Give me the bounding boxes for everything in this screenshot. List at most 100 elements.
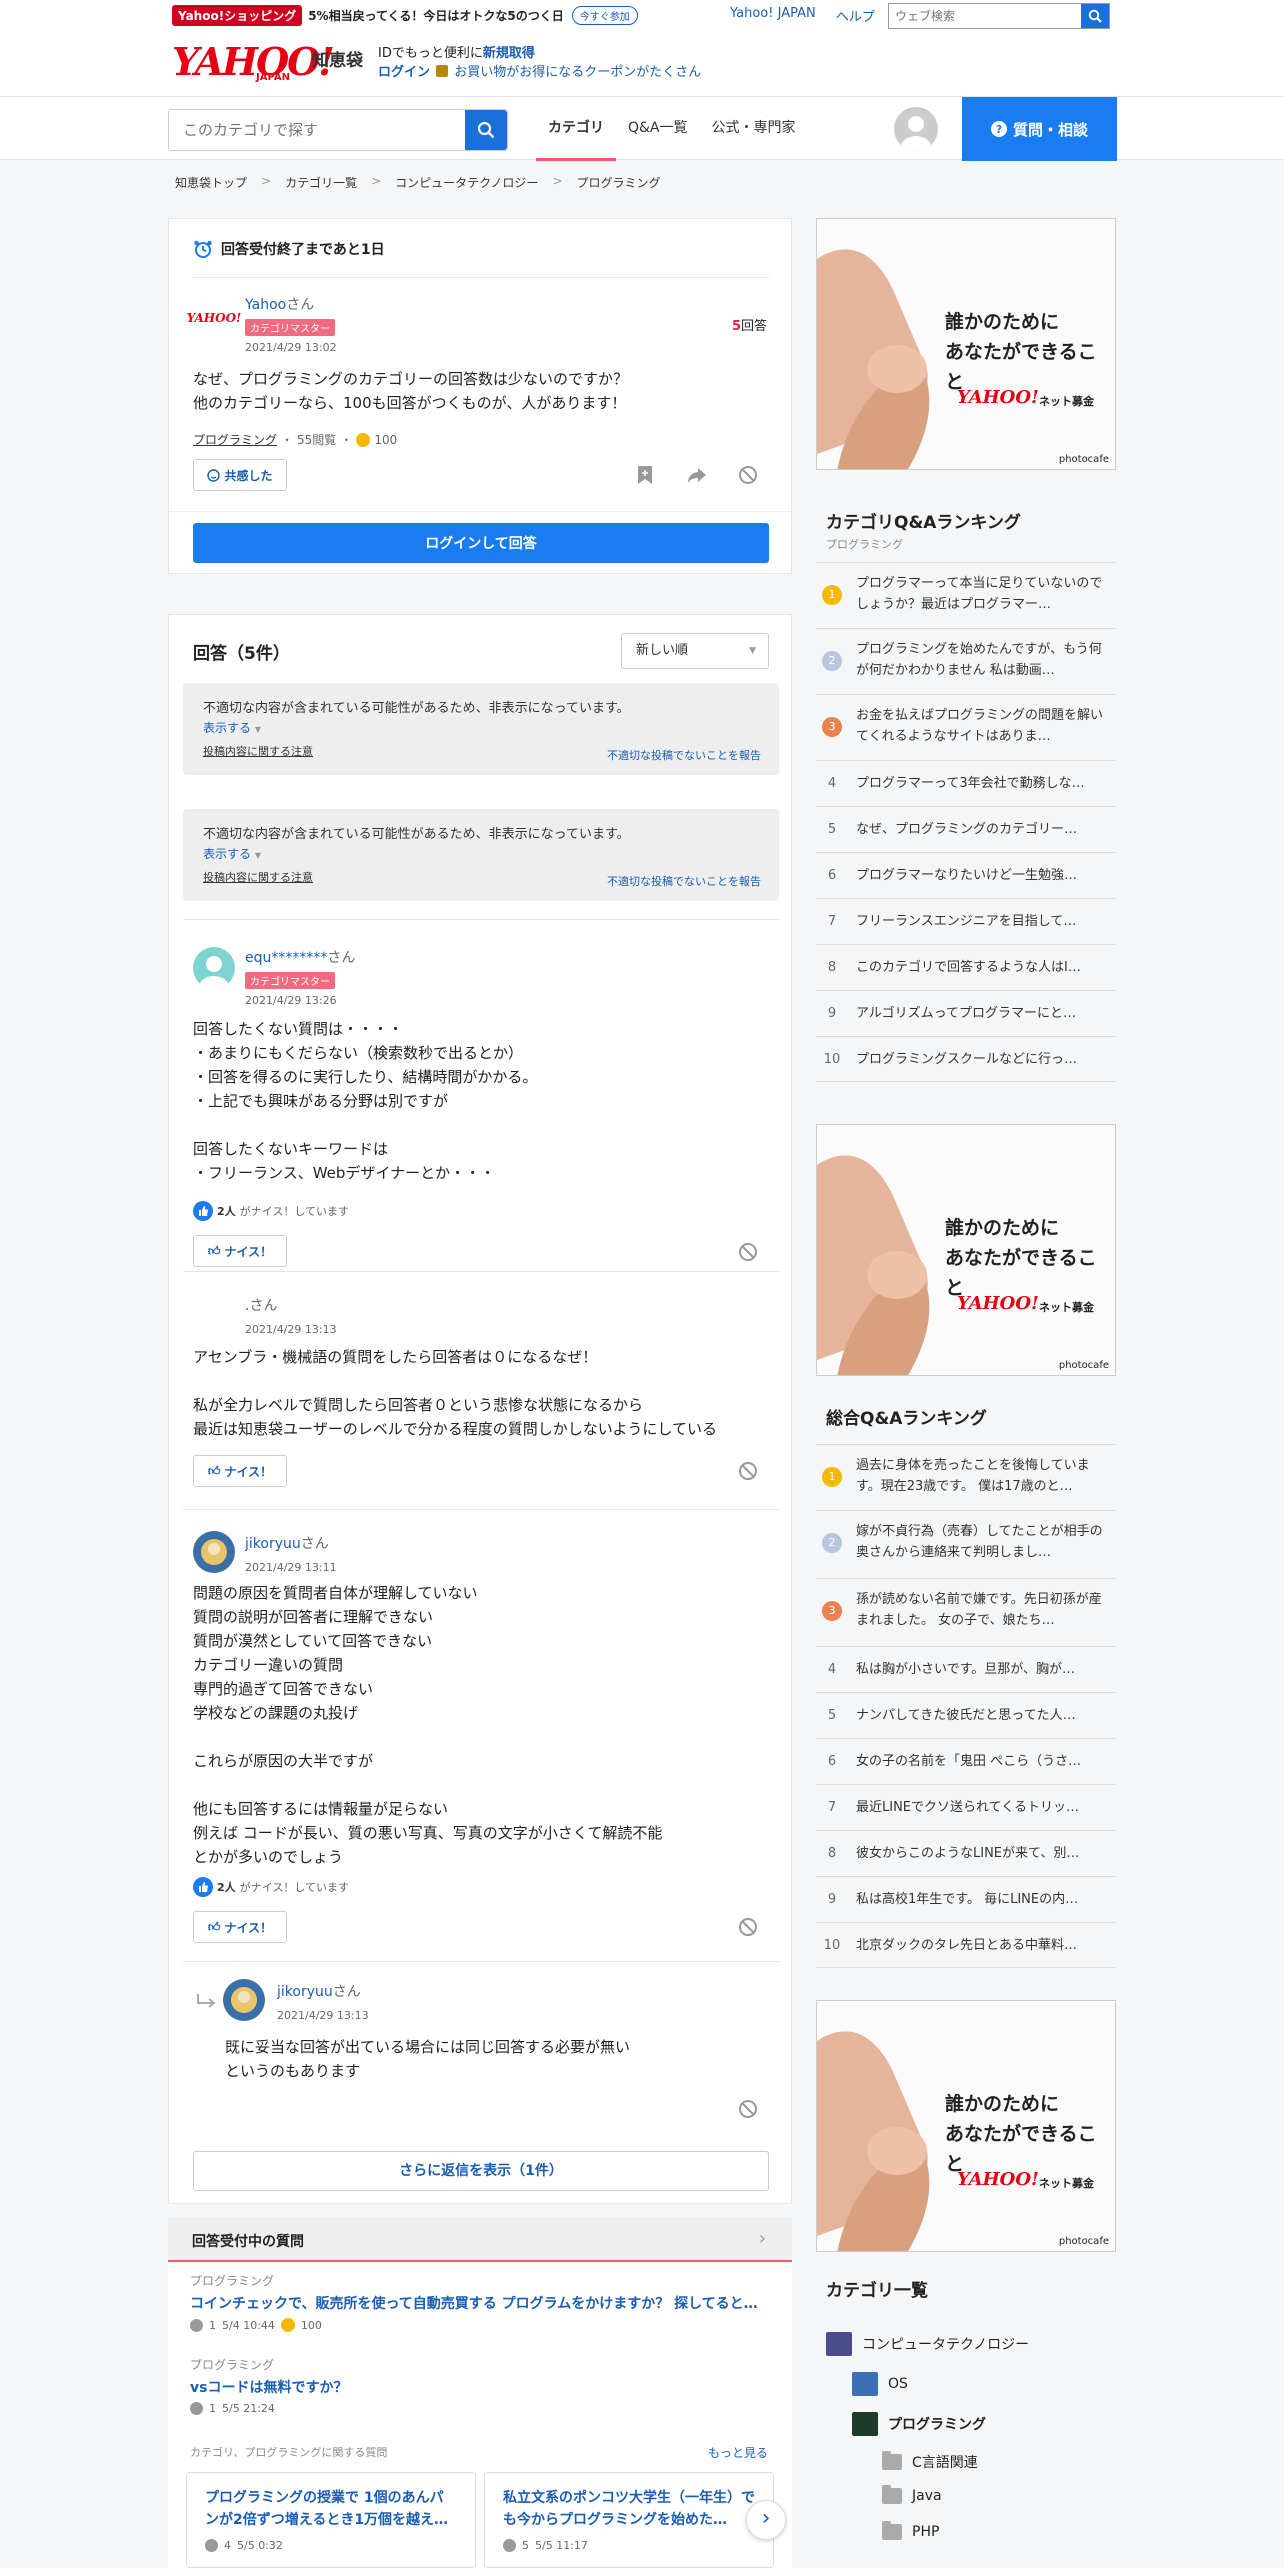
ranking-item[interactable]: 6 女の子の名前を「鬼田 ぺこら（うさ… bbox=[816, 1738, 1116, 1784]
question-body: なぜ、プログラミングのカテゴリーの回答数は少ないのですか？ 他のカテゴリーなら、… bbox=[193, 370, 629, 412]
ranking-item[interactable]: 8 このカテゴリで回答するような人はI… bbox=[816, 944, 1116, 990]
ask-question-button[interactable]: ? 質問・相談 bbox=[962, 97, 1117, 161]
category-item[interactable]: Java bbox=[882, 2485, 942, 2504]
web-search-box bbox=[888, 3, 1110, 29]
answer-date: 2021/4/29 13:26 bbox=[245, 994, 337, 1007]
carousel-next-button[interactable]: › bbox=[746, 2500, 786, 2540]
shopping-label[interactable]: Yahoo!ショッピング bbox=[172, 4, 303, 26]
ranking-item[interactable]: 3 孫が読めない名前で嫌です。先日初孫が産まれました。 女の子で、娘たち… bbox=[816, 1578, 1116, 1646]
post-notice-link[interactable]: 投稿内容に関する注意 bbox=[203, 743, 313, 759]
promo-banner[interactable]: Yahoo!ショッピング 5%相当戻ってくる！今日はオトクな5のつく日 今すぐ参… bbox=[172, 4, 638, 26]
answerer-avatar[interactable] bbox=[193, 1295, 235, 1337]
answerer-name[interactable]: equ******** bbox=[245, 950, 327, 966]
show-hidden-link[interactable]: 表示する ▼ bbox=[203, 719, 261, 736]
more-link[interactable]: もっと見る bbox=[708, 2444, 768, 2461]
category-search-input[interactable] bbox=[169, 110, 465, 150]
chevron-down-icon: ▼ bbox=[749, 646, 756, 656]
answerer-avatar[interactable] bbox=[193, 947, 235, 989]
related-question-card[interactable]: プログラミングの授業で 1個のあんパンが2倍ずつ増えるとき1万個を越え… 4 5/… bbox=[186, 2472, 476, 2568]
ranking-item[interactable]: 1 過去に身体を売ったことを後悔しています。現在23歳です。 僕は17歳のと… bbox=[816, 1444, 1116, 1510]
block-icon[interactable] bbox=[738, 2099, 758, 2119]
ranking-item[interactable]: 6 プログラマーなりたいけど一生勉強… bbox=[816, 852, 1116, 898]
ranking-item[interactable]: 5 なぜ、プログラミングのカテゴリー… bbox=[816, 806, 1116, 852]
block-icon[interactable] bbox=[738, 1917, 758, 1937]
share-icon[interactable] bbox=[687, 465, 707, 485]
category-item[interactable]: PHP bbox=[882, 2521, 939, 2540]
login-to-answer-button[interactable]: ログインして回答 bbox=[193, 523, 769, 563]
login-link[interactable]: ログイン bbox=[378, 65, 430, 80]
category-search-button[interactable] bbox=[465, 110, 507, 150]
questioner-name[interactable]: Yahoo bbox=[245, 297, 286, 313]
sort-select[interactable]: 新しい順 ▼ bbox=[621, 633, 769, 669]
ranking-item[interactable]: 7 フリーランスエンジニアを目指して… bbox=[816, 898, 1116, 944]
help-link[interactable]: ヘルプ bbox=[836, 6, 875, 25]
ad-banner[interactable]: 誰かのために あなたができること YAHOO! ネット募金 photocafe bbox=[816, 218, 1116, 470]
ranking-item[interactable]: 10 北京ダックのタレ先日とある中華料… bbox=[816, 1922, 1116, 1968]
block-icon[interactable] bbox=[738, 1242, 758, 1262]
ranking-item[interactable]: 1 プログラマーって本当に足りていないのでしょうか？最近はプログラマー… bbox=[816, 562, 1116, 628]
ranking-item[interactable]: 4 プログラマーって3年会社で勤務しな… bbox=[816, 760, 1116, 806]
signup-link[interactable]: 新規取得 bbox=[483, 46, 535, 61]
open-question-item[interactable]: プログラミング コインチェックで、販売所を使って自動売買する プログラムをかけま… bbox=[190, 2272, 765, 2332]
breadcrumb-item[interactable]: カテゴリ一覧 bbox=[285, 174, 357, 191]
answerer-name[interactable]: jikoryuu bbox=[245, 1536, 301, 1552]
ranking-item[interactable]: 8 彼女からこのようなLINEが来て、別… bbox=[816, 1830, 1116, 1876]
nice-count: 2人 がナイス！しています bbox=[193, 1201, 349, 1221]
ranking-item[interactable]: 9 私は高校1年生です。 毎にLINEの内… bbox=[816, 1876, 1116, 1922]
ranking-item[interactable]: 7 最近LINEでクソ送られてくるトリッ… bbox=[816, 1784, 1116, 1830]
questioner-avatar[interactable]: YAHOO! bbox=[187, 297, 242, 339]
block-icon[interactable] bbox=[738, 1461, 758, 1481]
nice-button[interactable]: 👍︎ ナイス！ bbox=[193, 1911, 287, 1943]
answers-card: 回答（5件） 新しい順 ▼ 不適切な内容が含まれている可能性があるため、非表示に… bbox=[168, 614, 792, 2204]
thumbs-up-icon: 👍︎ bbox=[207, 1919, 221, 1934]
ranking-item[interactable]: 2 プログラミングを始めたんですが、もう何が何だかわかりません 私は動画… bbox=[816, 628, 1116, 694]
empathy-button[interactable]: 共感した bbox=[193, 459, 287, 491]
smile-icon bbox=[207, 468, 221, 482]
report-link[interactable]: 不適切な投稿でないことを報告 bbox=[607, 873, 761, 889]
tab-official-experts[interactable]: 公式・専門家 bbox=[700, 97, 808, 161]
promo-text[interactable]: 5%相当戻ってくる！今日はオトクな5のつく日 bbox=[308, 7, 564, 24]
ranking-item[interactable]: 9 アルゴリズムってプログラマーにと… bbox=[816, 990, 1116, 1036]
breadcrumb-item[interactable]: プログラミング bbox=[577, 174, 661, 191]
bookmark-icon[interactable] bbox=[636, 465, 654, 485]
open-question-item[interactable]: プログラミング vsコードは無料ですか？ 1 5/5 21:24 bbox=[190, 2356, 765, 2415]
block-icon[interactable] bbox=[738, 465, 758, 485]
reply-user-name[interactable]: jikoryuu bbox=[277, 1984, 333, 2000]
category-item[interactable]: C言語関連 bbox=[882, 2451, 978, 2472]
ranking-item[interactable]: 4 私は胸が小さいです。旦那が、胸が… bbox=[816, 1646, 1116, 1692]
service-name[interactable]: 知恵袋 bbox=[312, 46, 363, 71]
reply-item: jikoryuuさん 2021/4/29 13:13 既に妥当な回答が出ている場… bbox=[193, 1971, 769, 2151]
web-search-button[interactable] bbox=[1081, 4, 1109, 28]
post-notice-link[interactable]: 投稿内容に関する注意 bbox=[203, 869, 313, 885]
tab-category[interactable]: カテゴリ bbox=[536, 97, 616, 161]
nice-button[interactable]: 👍︎ ナイス！ bbox=[193, 1455, 287, 1487]
computer-tech-icon bbox=[826, 2332, 852, 2356]
show-more-replies-button[interactable]: さらに返信を表示（1件） bbox=[193, 2151, 769, 2191]
ranking-item[interactable]: 5 ナンパしてきた彼氏だと思ってた人… bbox=[816, 1692, 1116, 1738]
category-item[interactable]: プログラミング bbox=[852, 2412, 986, 2436]
ranking-item[interactable]: 2 嫁が不貞行為（売春）してたことが相手の奥さんから連絡来て判明しまし… bbox=[816, 1510, 1116, 1578]
ranking-item[interactable]: 3 お金を払えばプログラミングの問題を解いてくれるようなサイトはありま… bbox=[816, 694, 1116, 760]
web-search-input[interactable] bbox=[889, 4, 1081, 28]
ad-banner[interactable]: 誰かのために あなたができること YAHOO! ネット募金 photocafe bbox=[816, 1124, 1116, 1376]
category-item[interactable]: コンピュータテクノロジー bbox=[826, 2332, 1029, 2356]
report-link[interactable]: 不適切な投稿でないことを報告 bbox=[607, 747, 761, 763]
yahoo-japan-link[interactable]: Yahoo! JAPAN bbox=[730, 6, 816, 25]
answerer-avatar[interactable] bbox=[193, 1531, 235, 1573]
promo-join-button[interactable]: 今すぐ参加 bbox=[571, 5, 638, 25]
reply-avatar[interactable] bbox=[223, 1979, 265, 2021]
breadcrumb-item[interactable]: コンピュータテクノロジー bbox=[395, 174, 538, 191]
related-question-card[interactable]: 私立文系のポンコツ大学生（一年生）でも今からプログラミングを始めた… 5 5/5 … bbox=[484, 2472, 774, 2568]
ranking-item[interactable]: 10 プログラミングスクールなどに行っ… bbox=[816, 1036, 1116, 1082]
tab-qa-list[interactable]: Q&A一覧 bbox=[616, 97, 700, 161]
question-category-link[interactable]: プログラミング bbox=[193, 431, 277, 448]
open-questions-header[interactable]: 回答受付中の質問 › bbox=[168, 2218, 792, 2262]
yahoo-logo[interactable]: YAHOO! JAPAN bbox=[172, 42, 335, 84]
ad-banner[interactable]: 誰かのために あなたができること YAHOO! ネット募金 photocafe bbox=[816, 2000, 1116, 2252]
category-item[interactable]: OS bbox=[852, 2372, 908, 2396]
breadcrumb-item[interactable]: 知恵袋トップ bbox=[175, 174, 247, 191]
user-avatar[interactable] bbox=[894, 107, 938, 151]
show-hidden-link[interactable]: 表示する ▼ bbox=[203, 845, 261, 862]
nice-button[interactable]: 👍︎ ナイス！ bbox=[193, 1235, 287, 1267]
coupon-link[interactable]: お買い物がお得になるクーポンがたくさん bbox=[454, 65, 701, 80]
